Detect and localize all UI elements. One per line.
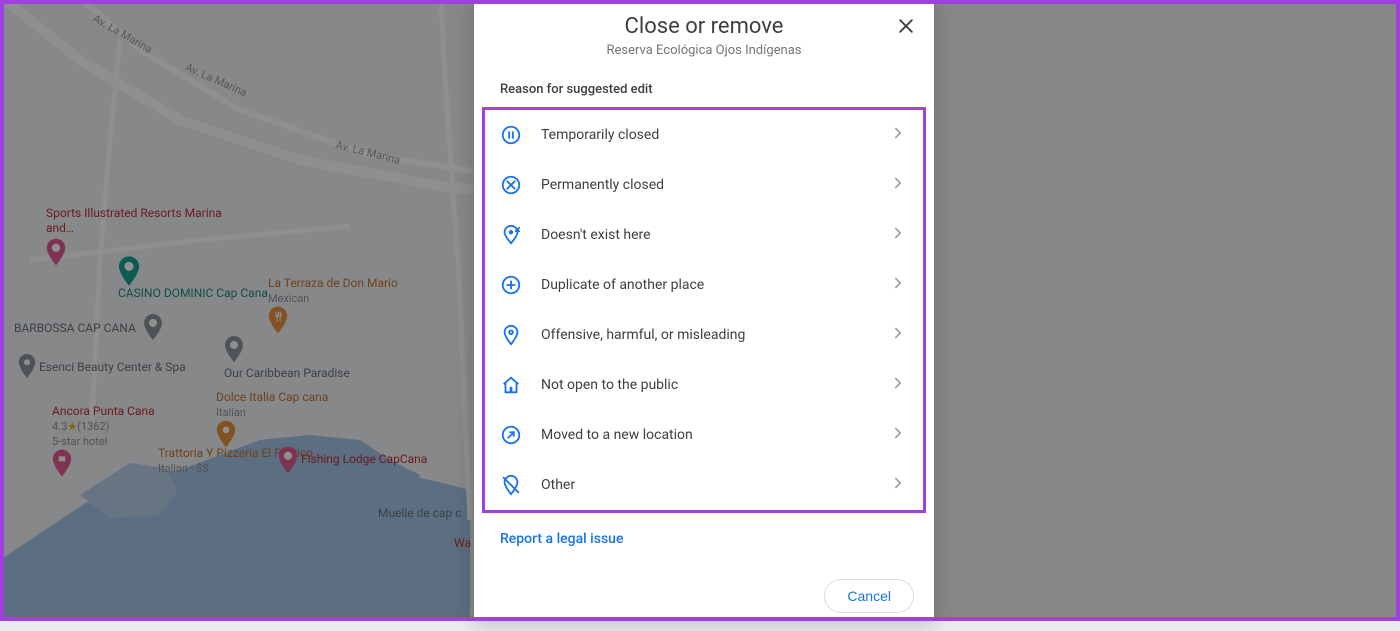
hotel-pin-icon	[52, 449, 155, 477]
reason-label: Other	[541, 477, 871, 493]
restaurant-pin-icon	[216, 420, 328, 448]
reason-label: Moved to a new location	[541, 427, 871, 443]
poi-dolce[interactable]: Dolce Italia Cap cana Italian	[216, 390, 328, 448]
casino-pin-icon	[118, 256, 268, 286]
road-label: Av. La Marina	[183, 61, 249, 100]
poi-wa[interactable]: Wa	[454, 536, 471, 551]
reason-pause[interactable]: Temporarily closed	[485, 110, 923, 160]
chevron-right-icon	[889, 124, 909, 146]
road-label: Av. La Marina	[91, 12, 155, 56]
closed-icon	[499, 173, 523, 197]
poi-fishing[interactable]: Fishing Lodge CapCana	[278, 446, 427, 474]
dialog-header: Close or remove Reserva Ecológica Ojos I…	[474, 0, 934, 66]
poi-muelle[interactable]: Muelle de cap c	[378, 506, 462, 521]
close-remove-dialog: Close or remove Reserva Ecológica Ojos I…	[474, 0, 934, 621]
road-label: Av. La Marina	[334, 138, 401, 167]
reason-moved[interactable]: Moved to a new location	[485, 410, 923, 460]
lodging-pin-icon	[46, 238, 226, 266]
section-label: Reason for suggested edit	[474, 66, 934, 105]
dialog-title: Close or remove	[524, 14, 884, 39]
report-legal-link[interactable]: Report a legal issue	[474, 513, 934, 565]
chevron-right-icon	[889, 174, 909, 196]
lodging-pin-icon	[278, 446, 298, 474]
poi-esenci[interactable]: Esenci Beauty Center & Spa	[18, 354, 186, 382]
close-icon	[896, 16, 916, 36]
chevron-right-icon	[889, 424, 909, 446]
generic-pin-icon	[18, 354, 36, 382]
poi-trattoria[interactable]: Trattoria Y Pizzeria El Pórtico Italian …	[158, 446, 313, 476]
poi-casino[interactable]: CASINO DOMINIC Cap Cana	[118, 256, 268, 301]
duplicate-icon	[499, 273, 523, 297]
poi-caribbean[interactable]: Our Caribbean Paradise	[224, 336, 350, 381]
generic-pin-icon	[224, 336, 350, 366]
reason-private[interactable]: Not open to the public	[485, 360, 923, 410]
poi-sports[interactable]: Sports Illustrated Resorts Marina and…	[46, 206, 226, 266]
private-icon	[499, 373, 523, 397]
reason-label: Temporarily closed	[541, 127, 871, 143]
dialog-footer: Cancel	[474, 565, 934, 631]
not-here-icon	[499, 223, 523, 247]
chevron-right-icon	[889, 274, 909, 296]
reason-label: Duplicate of another place	[541, 277, 871, 293]
moved-icon	[499, 423, 523, 447]
reason-label: Offensive, harmful, or misleading	[541, 327, 871, 343]
chevron-right-icon	[889, 474, 909, 496]
other-icon	[499, 473, 523, 497]
chevron-right-icon	[889, 374, 909, 396]
reason-not-here[interactable]: Doesn't exist here	[485, 210, 923, 260]
cancel-button[interactable]: Cancel	[824, 579, 914, 613]
close-button[interactable]	[892, 12, 920, 40]
reason-closed[interactable]: Permanently closed	[485, 160, 923, 210]
reason-other[interactable]: Other	[485, 460, 923, 510]
offensive-icon	[499, 323, 523, 347]
dialog-subtitle: Reserva Ecológica Ojos Indígenas	[524, 43, 884, 58]
reason-label: Not open to the public	[541, 377, 871, 393]
chevron-right-icon	[889, 324, 909, 346]
reason-list: Temporarily closed Permanently closed Does…	[482, 107, 926, 513]
poi-terraza[interactable]: La Terraza de Don Mario Mexican	[268, 276, 398, 334]
reason-label: Permanently closed	[541, 177, 871, 193]
restaurant-pin-icon	[268, 306, 398, 334]
chevron-right-icon	[889, 224, 909, 246]
generic-pin-icon	[143, 314, 163, 344]
reason-duplicate[interactable]: Duplicate of another place	[485, 260, 923, 310]
reason-label: Doesn't exist here	[541, 227, 871, 243]
poi-barbossa[interactable]: BARBOSSA CAP CANA	[14, 314, 163, 344]
reason-offensive[interactable]: Offensive, harmful, or misleading	[485, 310, 923, 360]
poi-ancora[interactable]: Ancora Punta Cana 4.3★(1362) 5-star hote…	[52, 404, 155, 477]
pause-icon	[499, 123, 523, 147]
